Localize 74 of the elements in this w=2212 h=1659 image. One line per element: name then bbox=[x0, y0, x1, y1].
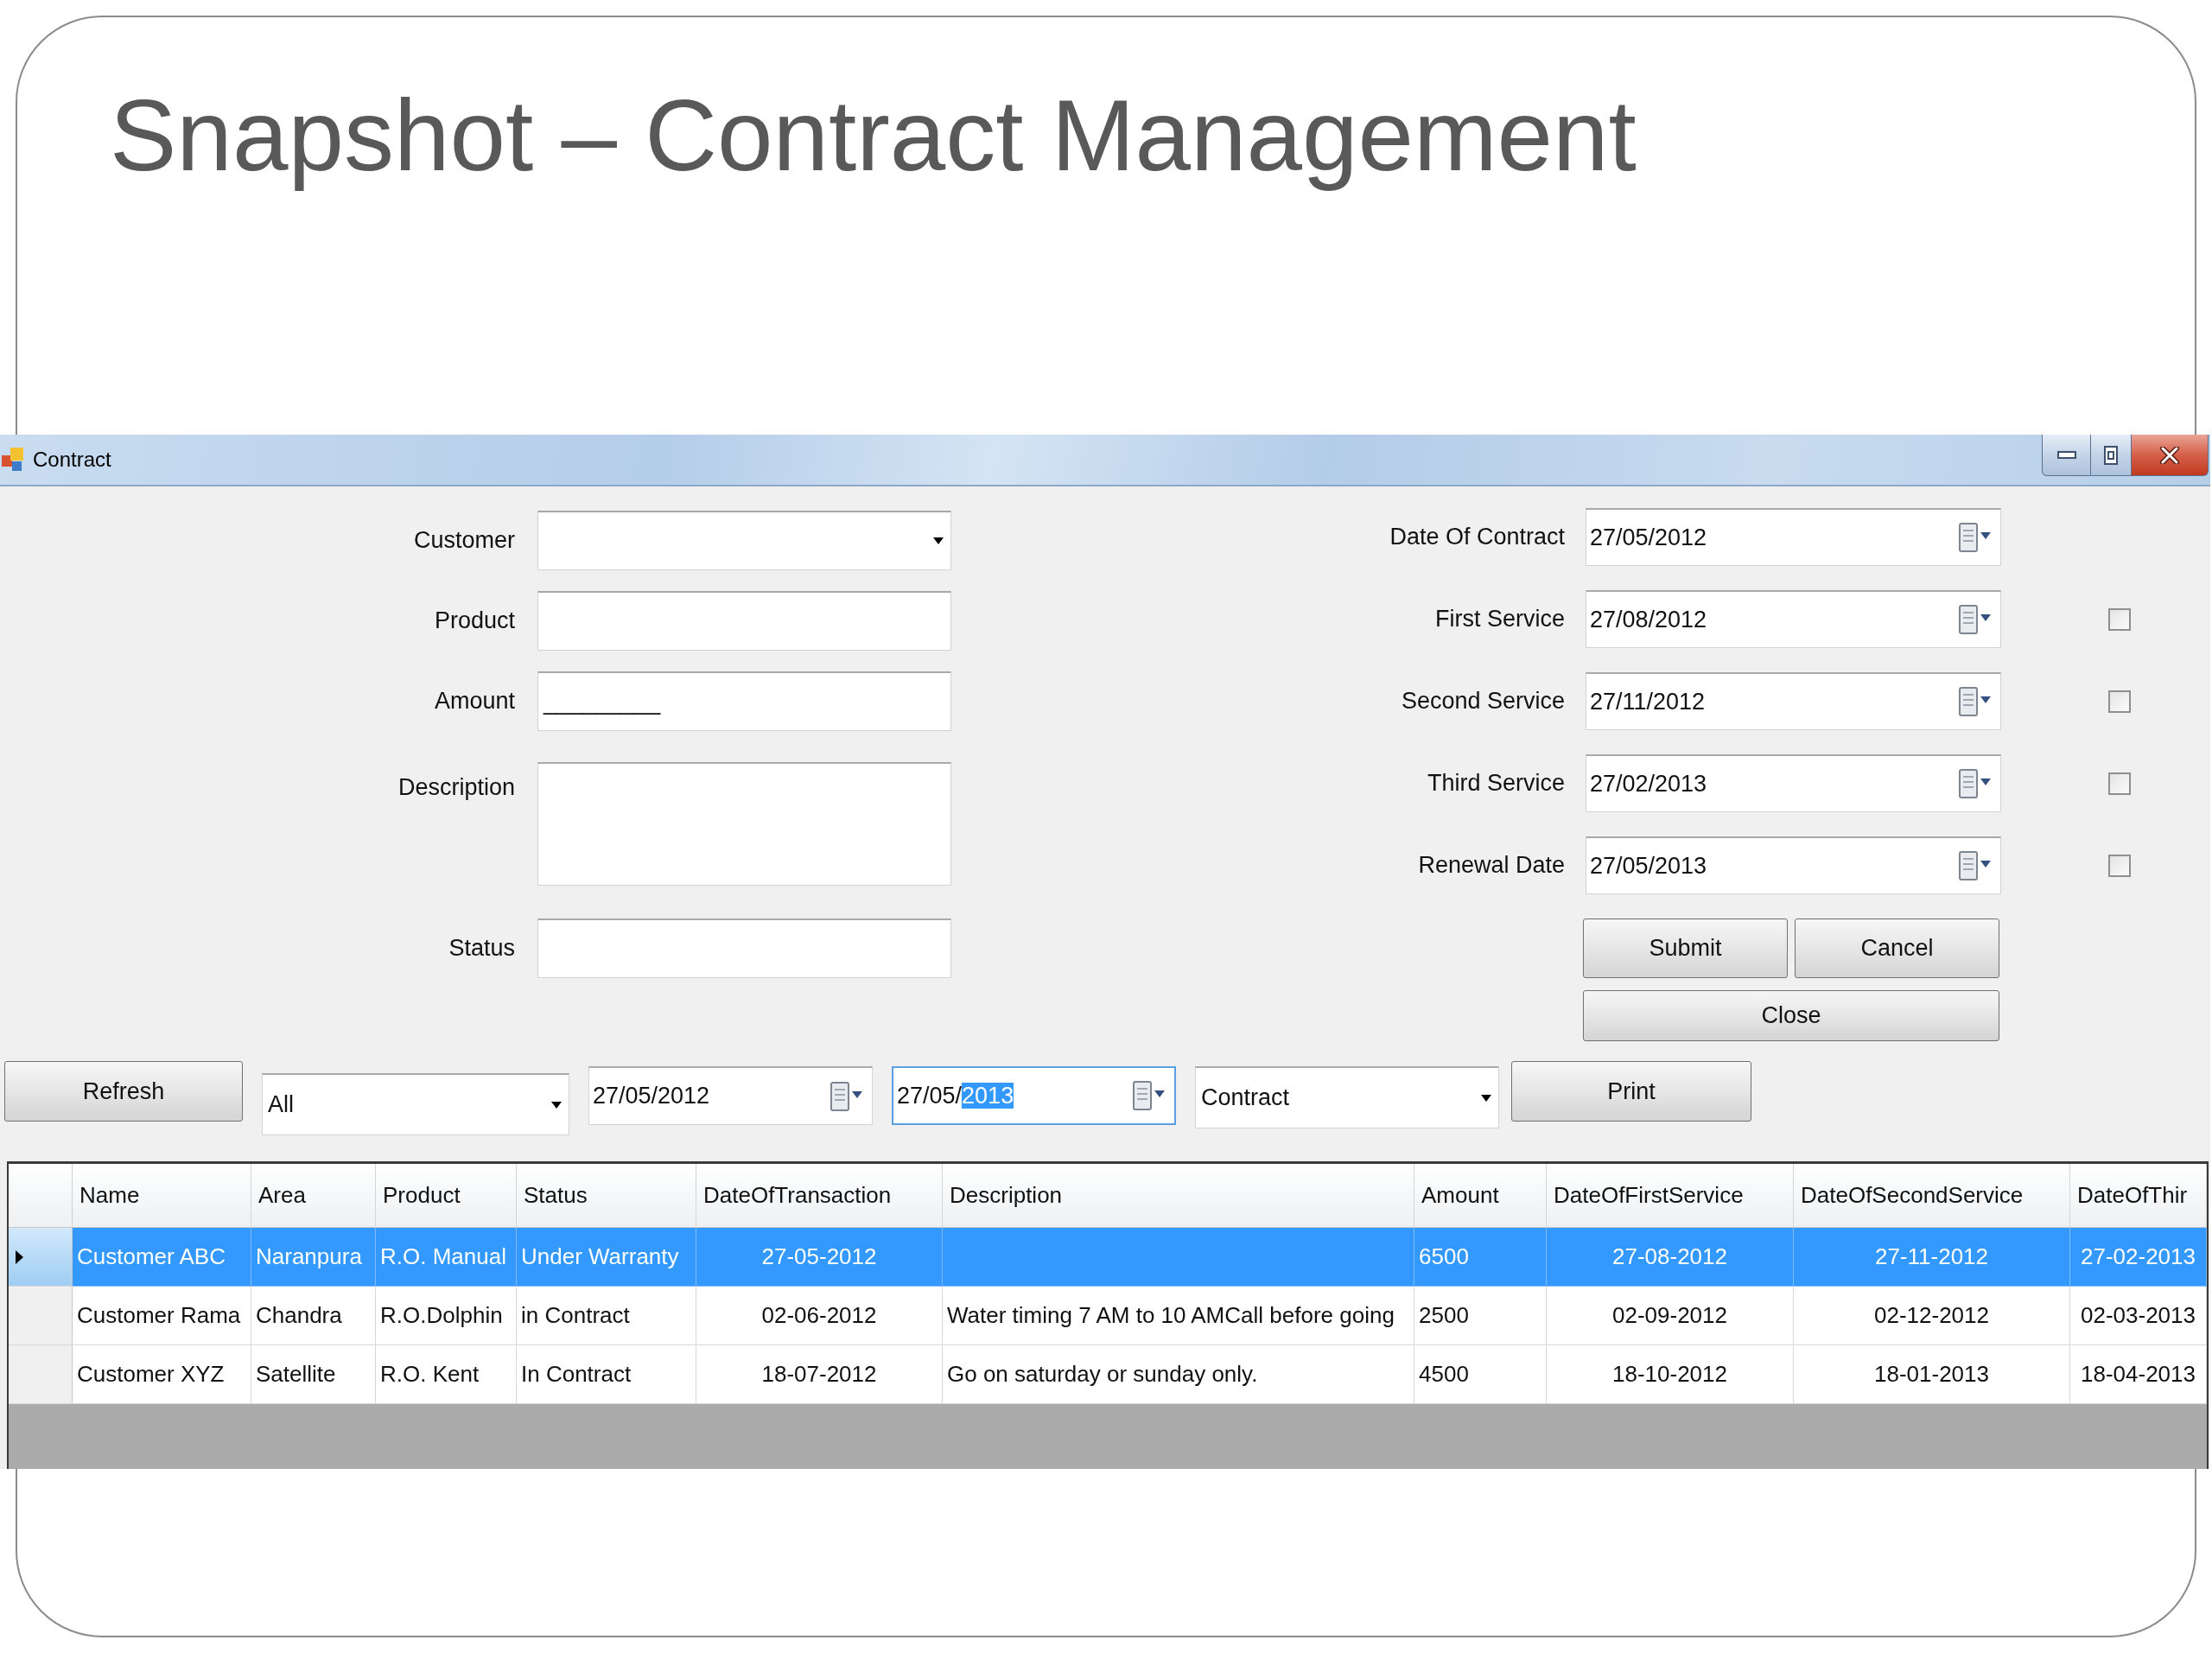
field-label: Status bbox=[448, 935, 515, 961]
print-button[interactable]: Print bbox=[1511, 1061, 1751, 1122]
field-label: Second Service bbox=[1401, 688, 1565, 714]
calendar-dropdown-icon bbox=[830, 1081, 863, 1111]
table-row[interactable]: Customer Rama Chandra R.O.Dolphin in Contract 02-06-2012 Water timing 7 AM to 10 AMCall before going 2500 02-09-2012 02-12-2012 02-03-2013 bbox=[9, 1287, 2207, 1345]
slide-title: Snapshot – Contract Management bbox=[110, 79, 1637, 194]
column-header[interactable]: Area bbox=[251, 1164, 376, 1228]
column-header[interactable]: Product bbox=[376, 1164, 517, 1228]
checkbox[interactable] bbox=[2108, 772, 2131, 795]
text-field[interactable] bbox=[537, 591, 951, 651]
dropdown-arrow-icon bbox=[933, 537, 944, 544]
to-date-picker[interactable]: 27/05/2013 bbox=[892, 1066, 1176, 1125]
table-cell: Customer XYZ bbox=[73, 1345, 251, 1404]
table-cell: In Contract bbox=[517, 1345, 696, 1404]
field-label: First Service bbox=[1434, 606, 1565, 632]
column-header[interactable]: Name bbox=[73, 1164, 251, 1228]
date-picker[interactable]: 27/11/2012 bbox=[1586, 672, 2001, 730]
table-cell: R.O. Kent bbox=[376, 1345, 517, 1404]
masked-text-field[interactable]: _________ bbox=[537, 671, 951, 731]
minimize-icon bbox=[2056, 451, 2076, 459]
date-picker[interactable]: 27/05/2012 bbox=[1586, 508, 2001, 566]
calendar-dropdown-icon bbox=[1959, 769, 1992, 798]
current-row-icon bbox=[16, 1249, 23, 1264]
table-cell: 18-04-2013 bbox=[2070, 1345, 2207, 1404]
window-restore-button[interactable] bbox=[2091, 435, 2132, 476]
column-header[interactable]: DateOfTransaction bbox=[696, 1164, 943, 1228]
calendar-dropdown-icon bbox=[1959, 851, 1992, 880]
field-label: Date Of Contract bbox=[1389, 524, 1565, 550]
dropdown-arrow-icon bbox=[551, 1101, 562, 1109]
scope-dropdown[interactable]: All bbox=[262, 1073, 569, 1135]
column-header[interactable]: Amount bbox=[1414, 1164, 1547, 1228]
column-header[interactable]: DateOfThir bbox=[2070, 1164, 2207, 1228]
table-row[interactable]: Customer XYZ Satellite R.O. Kent In Contract 18-07-2012 Go on saturday or sunday only. 4500 18-10-2012 18-01-2013 18-04-2013 bbox=[9, 1345, 2207, 1404]
field-label: Customer bbox=[413, 527, 515, 553]
table-cell: Go on saturday or sunday only. bbox=[943, 1345, 1414, 1404]
table-cell: 18-10-2012 bbox=[1547, 1345, 1794, 1404]
field-label: Product bbox=[434, 607, 515, 633]
calendar-dropdown-icon bbox=[1959, 605, 1992, 634]
table-cell: 4500 bbox=[1414, 1345, 1547, 1404]
table-cell: 18-07-2012 bbox=[696, 1345, 943, 1404]
calendar-dropdown-icon bbox=[1133, 1081, 1166, 1110]
column-header[interactable]: DateOfFirstService bbox=[1547, 1164, 1794, 1228]
type-dropdown[interactable]: Contract bbox=[1195, 1066, 1499, 1128]
close-button[interactable]: Close bbox=[1583, 990, 1999, 1041]
date-picker[interactable]: 27/05/2013 bbox=[1586, 836, 2001, 894]
column-header[interactable]: DateOfSecondService bbox=[1794, 1164, 2070, 1228]
text-field[interactable] bbox=[537, 918, 951, 978]
window-minimize-button[interactable] bbox=[2042, 435, 2091, 476]
table-cell: Satellite bbox=[251, 1345, 376, 1404]
column-header[interactable]: Description bbox=[943, 1164, 1414, 1228]
app-icon bbox=[2, 448, 24, 472]
close-icon bbox=[2160, 446, 2179, 464]
from-date-picker[interactable]: 27/05/2012 bbox=[588, 1066, 873, 1125]
submit-button[interactable]: Submit bbox=[1583, 918, 1788, 978]
column-header[interactable]: Status bbox=[517, 1164, 696, 1228]
table-cell: 18-01-2013 bbox=[1794, 1345, 2070, 1404]
dropdown-arrow-icon bbox=[1481, 1094, 1491, 1102]
window-close-button[interactable] bbox=[2132, 435, 2209, 476]
window-title: Contract bbox=[33, 448, 111, 472]
field-label: Description bbox=[397, 774, 515, 800]
calendar-dropdown-icon bbox=[1959, 523, 1992, 552]
dropdown-field[interactable] bbox=[537, 511, 951, 570]
checkbox[interactable] bbox=[2108, 607, 2131, 631]
refresh-button[interactable]: Refresh bbox=[4, 1061, 243, 1122]
checkbox[interactable] bbox=[2108, 690, 2131, 713]
date-picker[interactable]: 27/02/2013 bbox=[1586, 754, 2001, 812]
field-label: Third Service bbox=[1427, 770, 1565, 796]
field-label: Renewal Date bbox=[1418, 852, 1565, 878]
cancel-button[interactable]: Cancel bbox=[1795, 918, 1999, 978]
field-label: Amount bbox=[434, 688, 515, 714]
calendar-dropdown-icon bbox=[1959, 687, 1992, 716]
restore-icon bbox=[2104, 445, 2118, 465]
date-picker[interactable]: 27/08/2012 bbox=[1586, 590, 2001, 648]
checkbox[interactable] bbox=[2108, 854, 2131, 877]
